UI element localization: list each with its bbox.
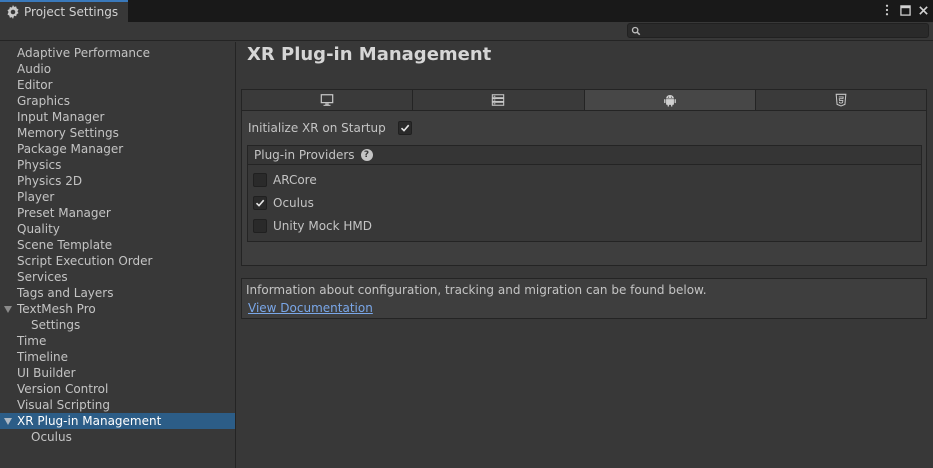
provider-list: ARCore Oculus Unity Mock HMD — [248, 165, 921, 237]
sidebar-item[interactable]: Oculus — [0, 429, 235, 445]
close-icon[interactable] — [917, 2, 929, 18]
sidebar-item-label: Tags and Layers — [17, 286, 114, 300]
title-bar: Project Settings — [0, 0, 933, 22]
sidebar-item-label: Timeline — [17, 350, 69, 364]
sidebar-item-label: Physics — [17, 158, 62, 172]
sidebar-item[interactable]: Audio — [0, 61, 235, 77]
sidebar-item[interactable]: XR Plug-in Management — [0, 413, 235, 429]
toolbar — [0, 22, 933, 41]
sidebar-item-label: Memory Settings — [17, 126, 119, 140]
sidebar-item[interactable]: Physics — [0, 157, 235, 173]
sidebar-item-label: Preset Manager — [17, 206, 111, 220]
sidebar-item-label: Quality — [17, 222, 60, 236]
check-icon — [400, 124, 410, 132]
html5-icon — [835, 93, 847, 107]
sidebar-item-label: XR Plug-in Management — [17, 414, 162, 428]
sidebar-item[interactable]: Settings — [0, 317, 235, 333]
sidebar-item[interactable]: Script Execution Order — [0, 253, 235, 269]
plugin-providers-header: Plug-in Providers ? — [248, 146, 921, 165]
sidebar-item[interactable]: Services — [0, 269, 235, 285]
window-controls — [881, 2, 929, 18]
sidebar-item[interactable]: Preset Manager — [0, 205, 235, 221]
sidebar-item[interactable]: Input Manager — [0, 109, 235, 125]
plugin-providers-box: Plug-in Providers ? ARCore Oculus Unity Mo… — [247, 145, 922, 242]
sidebar-item-label: Visual Scripting — [17, 398, 110, 412]
provider-checkbox[interactable] — [253, 172, 267, 187]
info-text: Information about configuration, trackin… — [246, 283, 707, 297]
sidebar-item-label: Physics 2D — [17, 174, 83, 188]
sidebar-item[interactable]: Quality — [0, 221, 235, 237]
expand-triangle-icon[interactable] — [4, 306, 12, 313]
sidebar-item-label: Package Manager — [17, 142, 124, 156]
sidebar-item-label: Settings — [31, 318, 81, 332]
init-xr-row: Initialize XR on Startup — [248, 120, 412, 136]
sidebar-item-label: Time — [17, 334, 47, 348]
sidebar-item[interactable]: Package Manager — [0, 141, 235, 157]
provider-checkbox[interactable] — [253, 218, 267, 233]
sidebar-item[interactable]: Tags and Layers — [0, 285, 235, 301]
sidebar-item[interactable]: Version Control — [0, 381, 235, 397]
plugin-providers-title: Plug-in Providers — [254, 148, 355, 162]
sidebar-item-label: Player — [17, 190, 55, 204]
sidebar-item[interactable]: Player — [0, 189, 235, 205]
sidebar-item-label: Scene Template — [17, 238, 113, 252]
init-xr-label: Initialize XR on Startup — [248, 121, 386, 135]
provider-label: Oculus — [273, 195, 314, 210]
window-tab[interactable]: Project Settings — [0, 0, 128, 22]
sidebar-item[interactable]: Scene Template — [0, 237, 235, 253]
sidebar-item-label: Adaptive Performance — [17, 46, 150, 60]
provider-row: Oculus — [248, 191, 921, 214]
view-documentation-link[interactable]: View Documentation — [248, 298, 373, 318]
sidebar-item[interactable]: Memory Settings — [0, 125, 235, 141]
provider-label: Unity Mock HMD — [273, 218, 373, 233]
sidebar-item[interactable]: Adaptive Performance — [0, 45, 235, 61]
expand-triangle-icon[interactable] — [4, 418, 12, 425]
page-title: XR Plug-in Management — [247, 44, 492, 65]
desktop-icon — [320, 94, 334, 106]
search-icon — [631, 25, 642, 36]
sidebar-item-label: TextMesh Pro — [17, 302, 96, 316]
sidebar-item-label: Services — [17, 270, 68, 284]
main-panel: XR Plug-in Management Initialize XR on S… — [237, 42, 933, 468]
sidebar-item[interactable]: Physics 2D — [0, 173, 235, 189]
provider-checkbox[interactable] — [253, 195, 267, 210]
sidebar-item[interactable]: TextMesh Pro — [0, 301, 235, 317]
tab-android[interactable] — [584, 90, 756, 110]
android-icon — [663, 95, 676, 107]
info-box: Information about configuration, trackin… — [241, 278, 927, 319]
provider-row: ARCore — [248, 168, 921, 191]
sidebar-item[interactable]: Time — [0, 333, 235, 349]
sidebar-item-label: Version Control — [17, 382, 109, 396]
tab-webgl[interactable] — [755, 90, 926, 110]
tab-server[interactable] — [413, 90, 585, 110]
sidebar-item-label: Graphics — [17, 94, 70, 108]
tab-desktop[interactable] — [242, 90, 414, 110]
server-icon — [492, 94, 505, 106]
sidebar-item-label: Script Execution Order — [17, 254, 153, 268]
sidebar-item[interactable]: Timeline — [0, 349, 235, 365]
init-xr-checkbox[interactable] — [398, 121, 412, 135]
platform-tabs — [241, 89, 927, 111]
search-input[interactable] — [627, 23, 929, 38]
gear-icon — [6, 5, 20, 19]
sidebar-item-label: Input Manager — [17, 110, 105, 124]
settings-sidebar: Adaptive Performance Audio Editor Graphics I… — [0, 42, 236, 468]
provider-label: ARCore — [273, 172, 317, 187]
sidebar-item-label: Oculus — [31, 430, 72, 444]
window-tab-title: Project Settings — [24, 5, 119, 19]
sidebar-item[interactable]: Graphics — [0, 93, 235, 109]
sidebar-item[interactable]: Visual Scripting — [0, 397, 235, 413]
android-settings-panel: Initialize XR on Startup Plug-in Provide… — [241, 111, 927, 266]
sidebar-item[interactable]: UI Builder — [0, 365, 235, 381]
sidebar-item-label: Editor — [17, 78, 53, 92]
sidebar-item[interactable]: Editor — [0, 77, 235, 93]
provider-row: Unity Mock HMD — [248, 214, 921, 237]
help-icon[interactable]: ? — [360, 149, 373, 161]
sidebar-item-label: UI Builder — [17, 366, 76, 380]
kebab-menu-icon[interactable] — [881, 2, 893, 18]
check-icon — [255, 199, 265, 207]
maximize-icon[interactable] — [899, 2, 911, 18]
sidebar-item-label: Audio — [17, 62, 52, 76]
